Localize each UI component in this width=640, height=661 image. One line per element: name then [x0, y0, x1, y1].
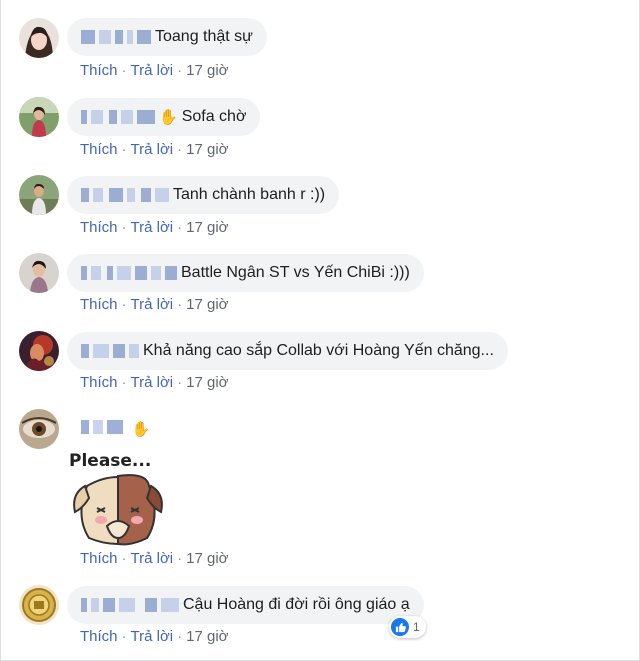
comment-bubble: Battle Ngân ST vs Yến ChiBi :))) — [67, 254, 424, 292]
avatar[interactable] — [19, 175, 59, 215]
comment-time[interactable]: 17 giờ — [186, 219, 228, 236]
commenter-name-blurred[interactable] — [81, 30, 151, 44]
comment-bubble: Cậu Hoàng đi đời rồi ông giáo ạ — [67, 586, 424, 624]
like-reaction-icon — [391, 618, 409, 636]
reply-link[interactable]: Trả lời — [131, 296, 174, 313]
reply-link[interactable]: Trả lời — [131, 374, 174, 391]
comment-actions: Thích · Trả lời · 17 giờ — [80, 141, 229, 158]
comment-time[interactable]: 17 giờ — [186, 62, 228, 79]
comment-actions: Thích · Trả lời · 17 giờ — [80, 374, 229, 391]
comment-section: Toang thật sự Thích · Trả lời · 17 giờ ✋ Sof… — [0, 0, 640, 661]
like-link[interactable]: Thích — [80, 141, 118, 158]
comment-actions: Thích · Trả lời · 17 giờ — [80, 296, 229, 313]
comment-text: Toang thật sự — [155, 28, 253, 45]
comment-text: Cậu Hoàng đi đời rồi ông giáo ạ — [183, 596, 410, 613]
reaction-count: 1 — [413, 620, 420, 634]
comment-time[interactable]: 17 giờ — [186, 141, 228, 158]
comment-actions: Thích · Trả lời · 17 giờ — [80, 62, 229, 79]
reply-link[interactable]: Trả lời — [131, 62, 174, 79]
like-link[interactable]: Thích — [80, 374, 118, 391]
comment-bubble: ✋ Sofa chờ — [67, 98, 261, 136]
comment-time[interactable]: 17 giờ — [186, 296, 228, 313]
reaction-summary[interactable]: 1 — [389, 616, 426, 638]
like-link[interactable]: Thích — [80, 296, 118, 313]
comment-time[interactable]: 17 giờ — [186, 550, 228, 567]
comment-bubble: Tanh chành banh r :)) — [67, 176, 340, 214]
reply-link[interactable]: Trả lời — [131, 550, 174, 567]
like-link[interactable]: Thích — [80, 219, 118, 236]
comment-bubble: Toang thật sự — [67, 18, 267, 56]
reply-link[interactable]: Trả lời — [131, 219, 174, 236]
sticker-image[interactable]: Please... — [67, 446, 169, 546]
comment-time[interactable]: 17 giờ — [186, 374, 228, 391]
commenter-name-blurred[interactable] — [81, 344, 139, 358]
like-link[interactable]: Thích — [80, 550, 118, 567]
comment-text: Tanh chành banh r :)) — [173, 186, 326, 203]
comment-time[interactable]: 17 giờ — [186, 628, 228, 645]
comment-actions: Thích · Trả lời · 17 giờ — [80, 628, 229, 645]
avatar[interactable] — [19, 97, 59, 137]
commenter-name-blurred[interactable] — [81, 188, 169, 202]
avatar[interactable] — [19, 18, 59, 58]
commenter-name-blurred[interactable] — [81, 420, 123, 434]
avatar[interactable] — [19, 331, 59, 371]
comment-text: Battle Ngân ST vs Yến ChiBi :))) — [181, 264, 410, 281]
reply-link[interactable]: Trả lời — [131, 628, 174, 645]
commenter-name-blurred[interactable] — [81, 598, 179, 612]
avatar[interactable] — [19, 253, 59, 293]
comment-text: Khả năng cao sắp Collab với Hoàng Yến ch… — [143, 342, 494, 359]
comment-actions: Thích · Trả lời · 17 giờ — [80, 219, 229, 236]
like-link[interactable]: Thích — [80, 62, 118, 79]
commenter-name-blurred[interactable] — [81, 110, 155, 124]
avatar[interactable] — [19, 585, 59, 625]
commenter-name-blurred[interactable] — [81, 266, 177, 280]
comment-text: Sofa chờ — [181, 108, 247, 125]
commenter-name-row: ✋ — [81, 420, 154, 438]
comment-bubble: Khả năng cao sắp Collab với Hoàng Yến ch… — [67, 332, 508, 370]
sticker-text: Please... — [69, 451, 151, 471]
waving-hand-icon: ✋ — [131, 421, 151, 438]
like-link[interactable]: Thích — [80, 628, 118, 645]
comment-actions: Thích · Trả lời · 17 giờ — [80, 550, 229, 567]
reply-link[interactable]: Trả lời — [131, 141, 174, 158]
waving-hand-icon: ✋ — [159, 109, 178, 126]
avatar[interactable] — [19, 409, 59, 449]
